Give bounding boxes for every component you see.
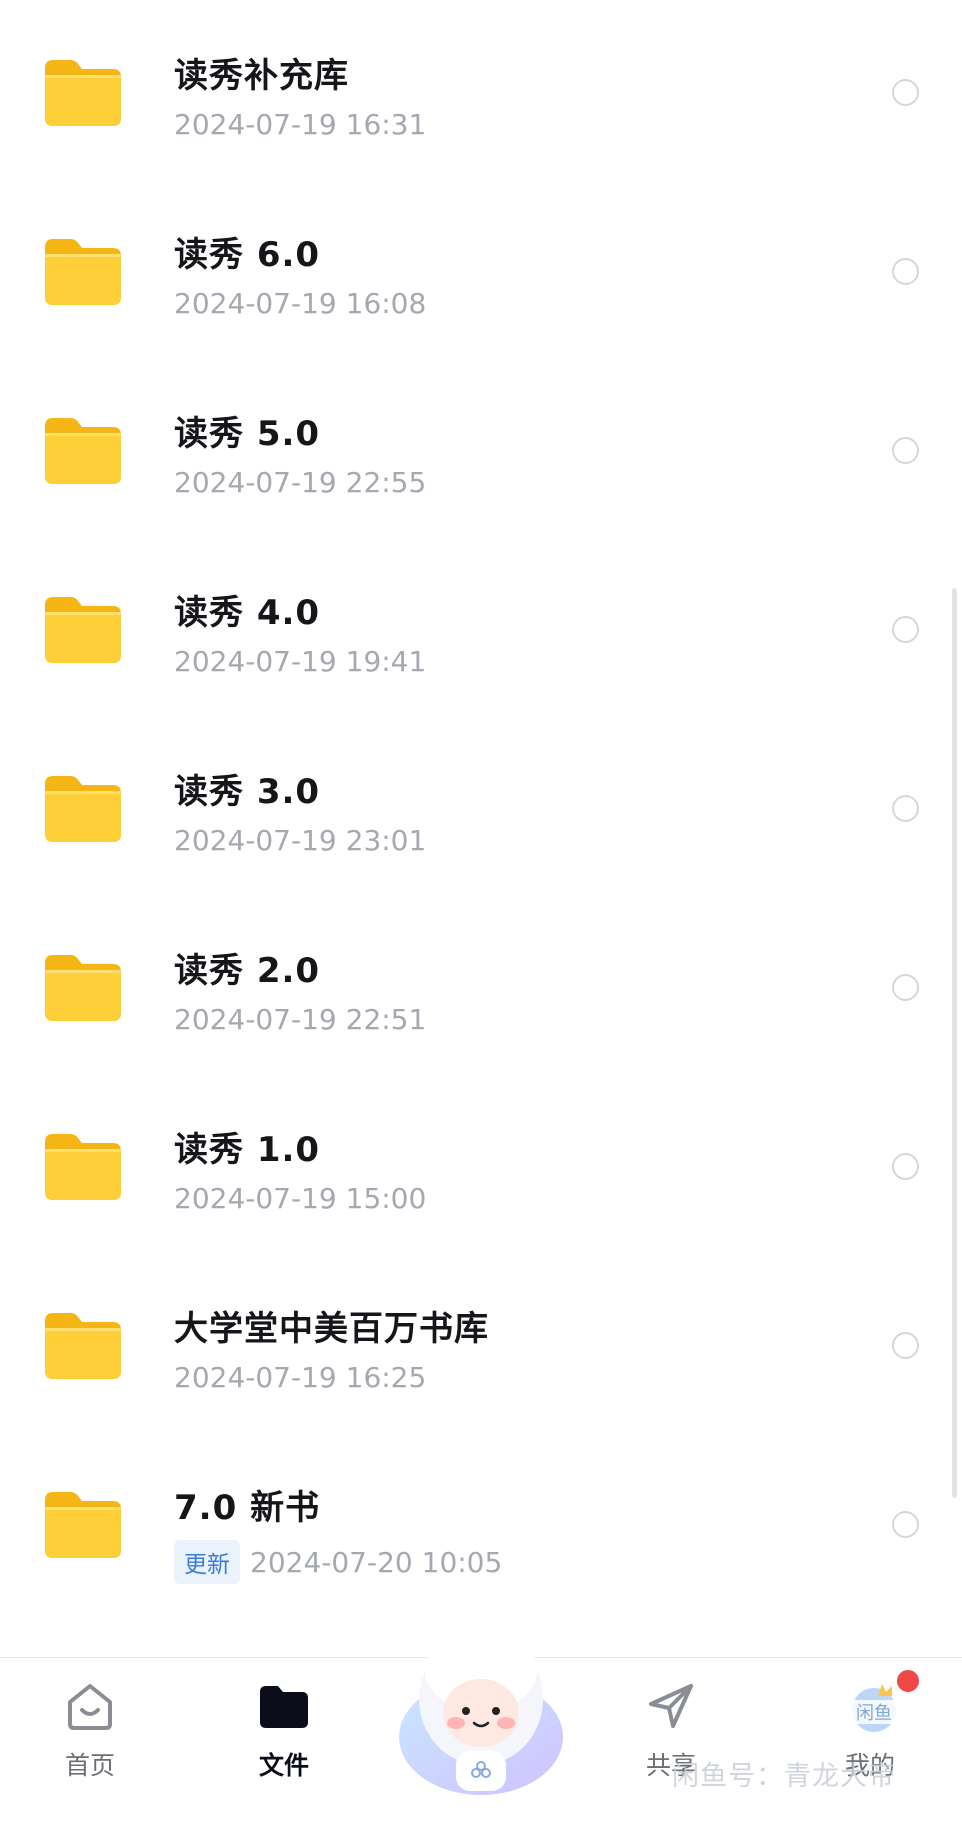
file-row[interactable]: 读秀 5.0 2024-07-19 22:55 bbox=[0, 358, 962, 537]
file-row[interactable]: 读秀 1.0 2024-07-19 15:00 bbox=[0, 1074, 962, 1253]
select-radio[interactable] bbox=[892, 795, 919, 822]
folder-icon bbox=[256, 1678, 312, 1734]
select-radio[interactable] bbox=[892, 1153, 919, 1180]
file-name: 7.0 新书 bbox=[174, 1488, 321, 1528]
file-date: 2024-07-20 10:05 bbox=[250, 1545, 503, 1579]
file-name: 大学堂中美百万书库 bbox=[174, 1309, 489, 1349]
file-row[interactable]: 读秀 6.0 2024-07-19 16:08 bbox=[0, 179, 962, 358]
folder-icon bbox=[43, 58, 123, 128]
file-meta: 2024-07-19 16:25 bbox=[174, 1361, 426, 1394]
file-name: 读秀 1.0 bbox=[174, 1130, 321, 1170]
tab-files-label: 文件 bbox=[258, 1751, 309, 1780]
avatar-logo-text: 闲鱼 bbox=[856, 1703, 892, 1724]
file-row[interactable]: 读秀 2.0 2024-07-19 22:51 bbox=[0, 895, 962, 1074]
file-row[interactable]: 读秀 4.0 2024-07-19 19:41 bbox=[0, 537, 962, 716]
select-radio[interactable] bbox=[892, 616, 919, 643]
folder-icon bbox=[43, 1132, 123, 1202]
file-row[interactable]: 大学堂中美百万书库 2024-07-19 16:25 bbox=[0, 1253, 962, 1432]
file-date: 2024-07-19 19:41 bbox=[174, 645, 427, 678]
tab-share[interactable]: 共享 bbox=[601, 1658, 741, 1829]
file-date: 2024-07-19 15:00 bbox=[174, 1182, 427, 1215]
file-name: 读秀 6.0 bbox=[174, 235, 321, 275]
file-date: 2024-07-19 16:25 bbox=[174, 1361, 427, 1394]
file-date: 2024-07-19 16:08 bbox=[174, 287, 427, 320]
file-meta: 更新 2024-07-20 10:05 bbox=[174, 1540, 502, 1584]
folder-icon bbox=[43, 1311, 123, 1381]
file-row[interactable]: 读秀 3.0 2024-07-19 23:01 bbox=[0, 716, 962, 895]
home-icon bbox=[62, 1678, 118, 1734]
update-badge: 更新 bbox=[174, 1540, 240, 1584]
mascot-button[interactable] bbox=[388, 1611, 574, 1801]
folder-icon bbox=[43, 953, 123, 1023]
file-date: 2024-07-19 22:51 bbox=[174, 1003, 427, 1036]
file-meta: 2024-07-19 23:01 bbox=[174, 824, 426, 857]
file-meta: 2024-07-19 22:51 bbox=[174, 1003, 426, 1036]
file-name: 读秀 2.0 bbox=[174, 951, 321, 991]
folder-icon bbox=[43, 774, 123, 844]
mascot-icon bbox=[399, 1631, 563, 1795]
tab-files[interactable]: 文件 bbox=[214, 1658, 354, 1829]
folder-icon bbox=[43, 595, 123, 665]
scrollbar[interactable] bbox=[952, 588, 957, 1498]
select-radio[interactable] bbox=[892, 437, 919, 464]
select-radio[interactable] bbox=[892, 974, 919, 1001]
file-name: 读秀 4.0 bbox=[174, 593, 321, 633]
file-date: 2024-07-19 22:55 bbox=[174, 466, 427, 499]
select-radio[interactable] bbox=[892, 1511, 919, 1538]
tab-home[interactable]: 首页 bbox=[20, 1658, 160, 1829]
send-icon bbox=[643, 1678, 699, 1734]
file-meta: 2024-07-19 19:41 bbox=[174, 645, 426, 678]
select-radio[interactable] bbox=[892, 1332, 919, 1359]
watermark: 闲鱼号：青龙大帝 bbox=[672, 1761, 896, 1792]
select-radio[interactable] bbox=[892, 79, 919, 106]
folder-icon bbox=[43, 1490, 123, 1560]
file-meta: 2024-07-19 22:55 bbox=[174, 466, 426, 499]
file-row[interactable]: 读秀补充库 2024-07-19 16:31 bbox=[0, 0, 962, 179]
file-name: 读秀 5.0 bbox=[174, 414, 321, 454]
file-row[interactable]: 7.0 新书更新 2024-07-20 10:05 bbox=[0, 1432, 962, 1611]
notification-dot bbox=[895, 1668, 921, 1694]
file-meta: 2024-07-19 15:00 bbox=[174, 1182, 426, 1215]
folder-icon bbox=[43, 416, 123, 486]
tab-home-label: 首页 bbox=[64, 1751, 115, 1780]
avatar: 闲鱼 bbox=[842, 1678, 900, 1734]
file-date: 2024-07-19 16:31 bbox=[174, 108, 427, 141]
folder-icon bbox=[43, 237, 123, 307]
select-radio[interactable] bbox=[892, 258, 919, 285]
file-meta: 2024-07-19 16:31 bbox=[174, 108, 426, 141]
file-name: 读秀 3.0 bbox=[174, 772, 321, 812]
file-meta: 2024-07-19 16:08 bbox=[174, 287, 426, 320]
file-name: 读秀补充库 bbox=[174, 56, 349, 96]
file-date: 2024-07-19 23:01 bbox=[174, 824, 427, 857]
